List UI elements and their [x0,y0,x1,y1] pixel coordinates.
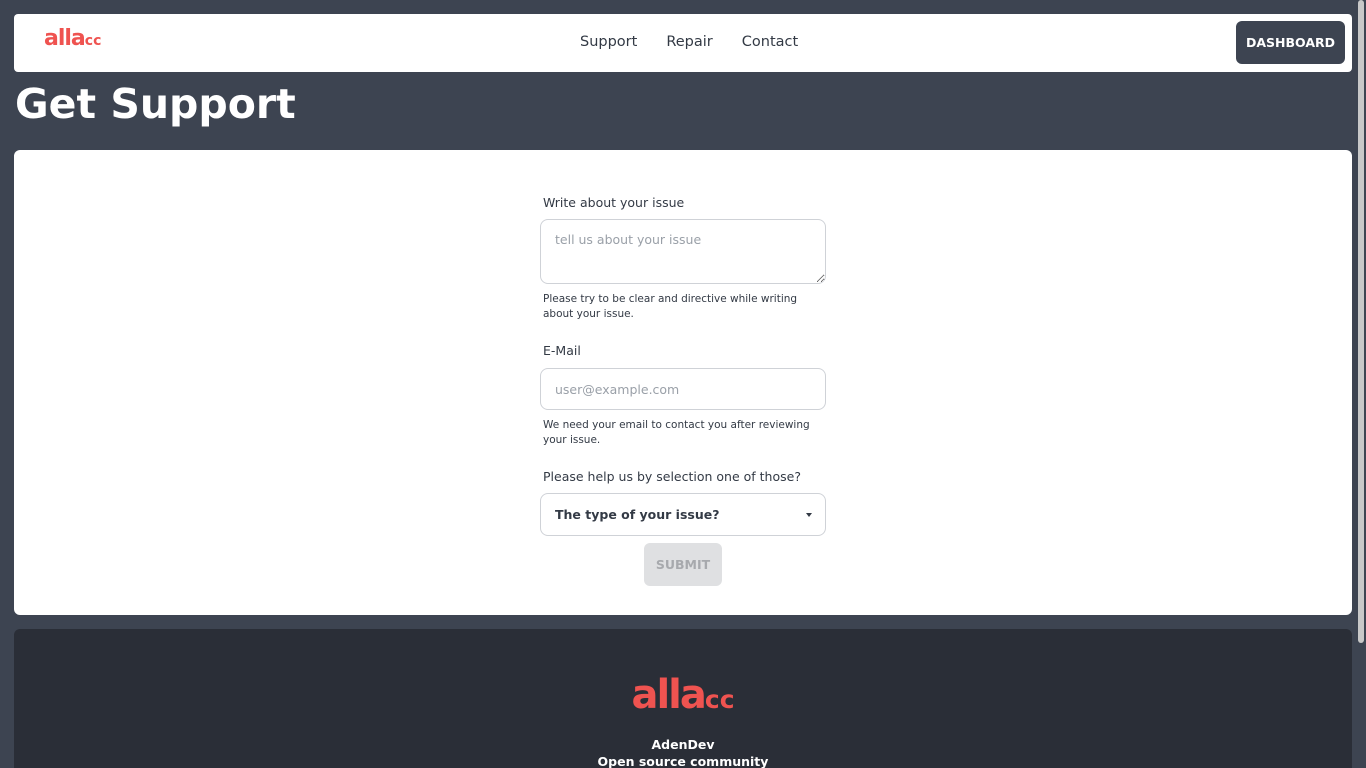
nav-links: Support Repair Contact [580,34,798,50]
nav-link-contact[interactable]: Contact [742,34,798,50]
issue-type-select[interactable]: The type of your issue? [540,493,826,536]
logo-main-text: alla [44,26,86,51]
logo-suffix-text: cc [84,33,102,49]
dashboard-button[interactable]: DASHBOARD [1236,21,1345,64]
issue-label: Write about your issue [543,195,685,210]
logo[interactable]: allacc [44,28,101,50]
navbar: allacc Support Repair Contact DASHBOARD [14,14,1352,72]
footer-org-name: AdenDev [651,737,715,752]
issue-type-selected: The type of your issue? [555,507,720,522]
footer-tagline: Open source community [597,754,769,768]
submit-button[interactable]: SUBMIT [644,543,722,586]
footer: allacc AdenDev Open source community [14,629,1352,768]
footer-logo-suffix-text: cc [704,685,735,714]
issue-textarea[interactable] [540,219,826,284]
issue-helper-text: Please try to be clear and directive whi… [543,293,798,320]
email-label: E-Mail [543,343,581,358]
scrollbar-thumb[interactable] [1358,0,1364,643]
nav-link-support[interactable]: Support [580,34,637,50]
chevron-down-icon [806,512,812,517]
nav-link-repair[interactable]: Repair [666,34,712,50]
page-scrollbar[interactable] [1356,0,1366,768]
issue-type-label: Please help us by selection one of those… [543,469,801,484]
footer-logo-main-text: alla [631,672,706,718]
support-card: Write about your issue Please try to be … [14,150,1352,615]
footer-logo: allacc [14,675,1352,715]
page: allacc Support Repair Contact DASHBOARD … [0,0,1366,768]
email-input[interactable] [540,368,826,410]
email-helper-text: We need your email to contact you after … [543,419,810,446]
page-title: Get Support [15,80,296,128]
